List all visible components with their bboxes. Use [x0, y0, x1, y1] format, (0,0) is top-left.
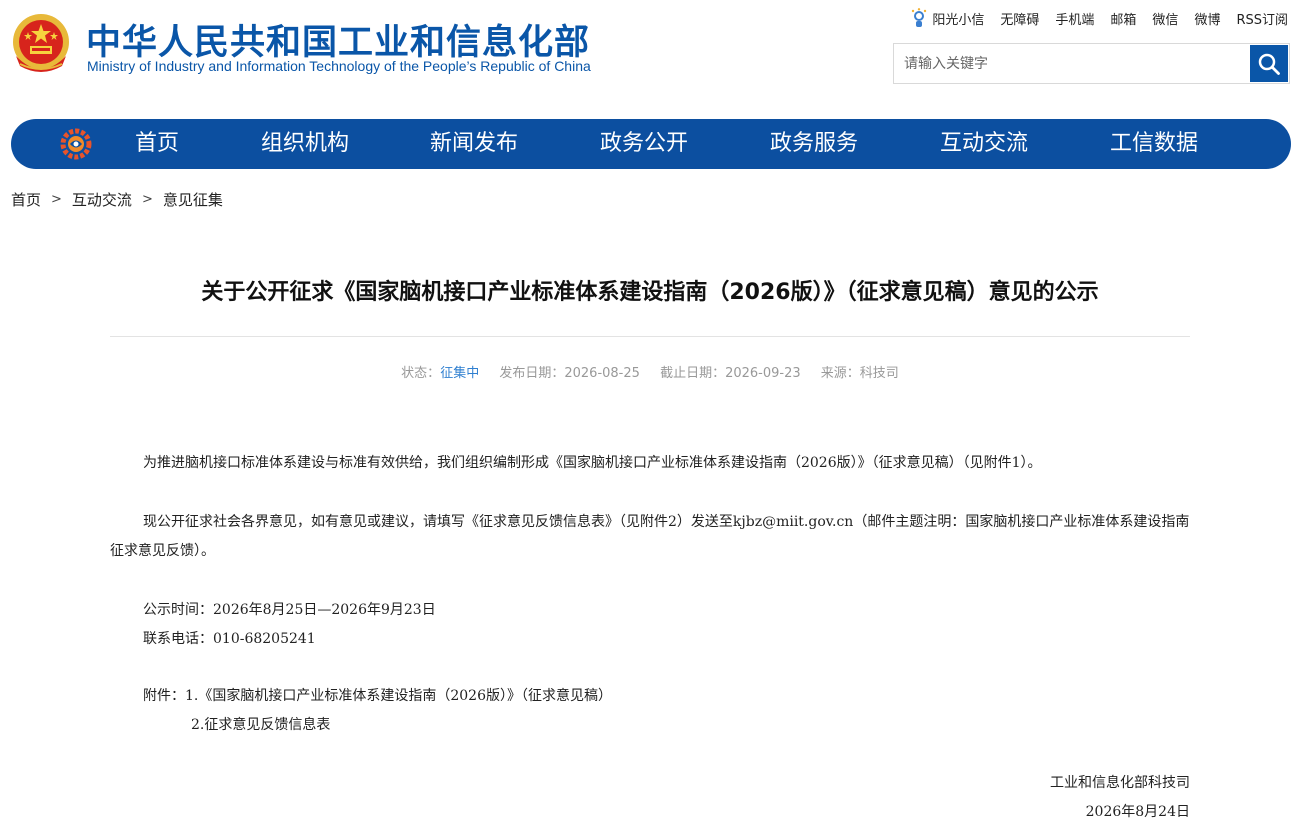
- meta-deadline-label: 截止日期：: [660, 366, 726, 381]
- site-header: 中华人民共和国工业和信息化部 Ministry of Industry and …: [0, 0, 1316, 110]
- toplink-accessibility[interactable]: 无障碍: [1000, 9, 1039, 28]
- nav-item-data[interactable]: 工信数据: [1110, 119, 1198, 169]
- meta-source-label: 来源：: [820, 366, 860, 381]
- attachment-1-link[interactable]: 1.《国家脑机接口产业标准体系建设指南（2026版）》（征求意见稿）: [185, 688, 612, 704]
- article-paragraph-1: 为推进脑机接口标准体系建设与标准有效供给，我们组织编制形成《国家脑机接口产业标准…: [143, 455, 1042, 471]
- nav-item-services[interactable]: 政务服务: [770, 119, 858, 169]
- toplink-rss[interactable]: RSS订阅: [1236, 9, 1288, 28]
- meta-publish-date: 发布日期：2026-08-25: [499, 366, 640, 381]
- main-nav: 首页 组织机构 新闻发布 政务公开 政务服务 互动交流 工信数据: [11, 119, 1291, 169]
- attachment-row-1: 附件：1.《国家脑机接口产业标准体系建设指南（2026版）》（征求意见稿）: [143, 685, 612, 705]
- toplink-label: 阳光小信: [932, 12, 985, 28]
- toplink-mobile[interactable]: 手机端: [1055, 9, 1094, 28]
- search-button[interactable]: [1250, 45, 1288, 82]
- meta-deadline-value: 2026-09-23: [725, 366, 801, 381]
- meta-status: 状态：征集中: [401, 366, 479, 381]
- breadcrumb-home[interactable]: 首页: [11, 189, 41, 210]
- meta-source: 来源：科技司: [821, 366, 899, 381]
- national-emblem-icon[interactable]: [10, 12, 72, 78]
- miit-logo-icon[interactable]: [59, 128, 93, 160]
- toplink-wechat[interactable]: 微信: [1152, 9, 1178, 28]
- title-divider: [110, 336, 1190, 337]
- meta-deadline: 截止日期：2026-09-23: [660, 366, 801, 381]
- nav-item-interaction[interactable]: 互动交流: [940, 119, 1028, 169]
- contact-phone: 联系电话：010-68205241: [143, 631, 316, 647]
- search-input[interactable]: [894, 44, 1250, 83]
- publicity-period: 公示时间：2026年8月25日—2026年9月23日: [143, 602, 436, 618]
- breadcrumb-solicitation[interactable]: 意见征集: [163, 189, 223, 210]
- nav-item-organization[interactable]: 组织机构: [261, 119, 349, 169]
- meta-status-value: 征集中: [440, 366, 480, 381]
- meta-publish-value: 2026-08-25: [564, 366, 640, 381]
- toplink-sunshine[interactable]: 阳光小信: [910, 8, 984, 28]
- toplink-email[interactable]: 邮箱: [1110, 9, 1136, 28]
- article-paragraph-2: 现公开征求社会各界意见，如有意见或建议，请填写《征求意见反馈信息表》（见附件2）…: [110, 514, 1190, 559]
- breadcrumb: 首页 > 互动交流 > 意见征集: [11, 189, 223, 210]
- mascot-icon: [912, 8, 927, 27]
- toplink-weibo[interactable]: 微博: [1194, 9, 1220, 28]
- signature-date: 2026年8月24日: [1085, 804, 1190, 820]
- meta-publish-label: 发布日期：: [499, 366, 565, 381]
- breadcrumb-separator: >: [141, 192, 153, 207]
- site-subtitle: Ministry of Industry and Information Tec…: [87, 58, 591, 74]
- nav-item-government-affairs[interactable]: 政务公开: [600, 119, 688, 169]
- nav-item-news[interactable]: 新闻发布: [430, 119, 518, 169]
- nav-item-home[interactable]: 首页: [135, 119, 179, 169]
- attachments-label: 附件：: [143, 688, 185, 704]
- top-links: 阳光小信 无障碍 手机端 邮箱 微信 微博 RSS订阅: [910, 8, 1288, 28]
- search-icon: [1258, 53, 1280, 75]
- search-box: [893, 43, 1290, 84]
- signature: 工业和信息化部科技司: [1050, 775, 1190, 791]
- article-meta: 状态：征集中 发布日期：2026-08-25 截止日期：2026-09-23 来…: [110, 362, 1190, 381]
- breadcrumb-interaction[interactable]: 互动交流: [72, 189, 132, 210]
- breadcrumb-separator: >: [51, 192, 62, 207]
- article-title: 关于公开征求《国家脑机接口产业标准体系建设指南（2026版）》（征求意见稿）意见…: [201, 280, 1099, 305]
- meta-source-value: 科技司: [859, 366, 899, 381]
- attachment-2-link[interactable]: 2.征求意见反馈信息表: [191, 714, 330, 734]
- meta-status-label: 状态：: [401, 366, 441, 381]
